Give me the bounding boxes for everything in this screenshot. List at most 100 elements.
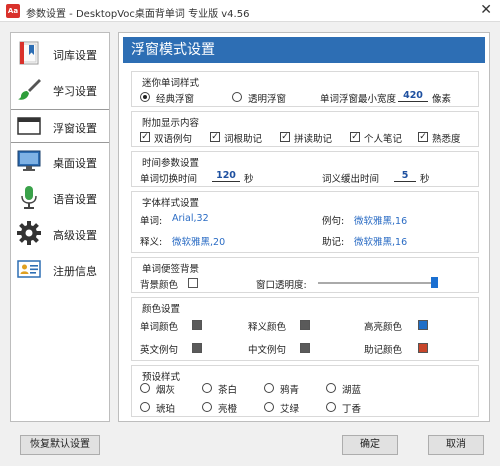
title-bar: Aa 参数设置 - DesktopVoc桌面背单词 专业版 v4.56 ✕ xyxy=(0,0,500,22)
mini-style-group: 迷你单词样式 经典浮窗 透明浮窗 单词浮窗最小宽度 420 像素 xyxy=(131,71,479,107)
microphone-icon xyxy=(21,186,37,209)
preset-radio[interactable] xyxy=(140,402,150,412)
cancel-button[interactable]: 取消 xyxy=(428,435,484,455)
group-title: 单词便签背景 xyxy=(142,264,200,275)
highlight-color-swatch[interactable] xyxy=(418,320,428,330)
delay-time-unit: 秒 xyxy=(420,174,430,185)
checkbox-label[interactable]: 词根助记 xyxy=(224,131,262,145)
font-style-group: 字体样式设置 单词: Arial,32 例句: 微软雅黑,16 释义: 微软雅黑… xyxy=(131,191,479,253)
group-title: 时间参数设置 xyxy=(142,158,200,169)
group-title: 字体样式设置 xyxy=(142,198,200,209)
checkbox-label[interactable]: 拼读助记 xyxy=(294,131,332,145)
sidebar-item-advanced[interactable]: 高级设置 xyxy=(11,217,109,251)
preset-radio[interactable] xyxy=(202,402,212,412)
transparent-label[interactable]: 透明浮窗 xyxy=(248,91,286,105)
preset-radio[interactable] xyxy=(202,383,212,393)
close-icon[interactable]: ✕ xyxy=(480,2,492,18)
timing-group: 时间参数设置 单词切换时间 120 秒 词义缓出时间 5 秒 xyxy=(131,151,479,187)
checkbox-label[interactable]: 双语例句 xyxy=(154,131,192,145)
mnemonic-color-label: 助记颜色 xyxy=(364,345,403,356)
delay-time-label: 词义缓出时间 xyxy=(322,174,380,185)
sidebar: 词库设置 学习设置 浮窗设置 桌面设置 语音设置 高级设置 注册信息 xyxy=(10,32,110,422)
word-color-swatch[interactable] xyxy=(192,320,202,330)
group-title: 附加显示内容 xyxy=(142,118,200,129)
switch-time-label: 单词切换时间 xyxy=(140,174,198,185)
en-example-color-swatch[interactable] xyxy=(192,343,202,353)
brush-icon xyxy=(18,79,41,100)
sidebar-item-label: 浮窗设置 xyxy=(53,122,97,135)
classic-label[interactable]: 经典浮窗 xyxy=(156,91,194,105)
min-width-label: 单词浮窗最小宽度 xyxy=(320,94,397,105)
min-width-input[interactable]: 420 xyxy=(398,90,428,102)
checkbox-label[interactable]: 个人笔记 xyxy=(364,131,402,145)
sidebar-item-floating[interactable]: 浮窗设置 xyxy=(11,109,109,143)
meaning-font-link[interactable]: 微软雅黑,20 xyxy=(172,234,225,248)
sidebar-item-vocab[interactable]: 词库设置 xyxy=(11,37,109,71)
gear-icon xyxy=(17,221,41,245)
sidebar-item-label: 高级设置 xyxy=(53,229,97,242)
group-title: 迷你单词样式 xyxy=(142,78,200,89)
group-title: 预设样式 xyxy=(142,372,181,383)
bg-color-label: 背景颜色 xyxy=(140,280,179,291)
word-font-label: 单词: xyxy=(140,216,163,227)
meaning-color-label: 释义颜色 xyxy=(248,322,287,333)
ok-button[interactable]: 确定 xyxy=(342,435,398,455)
group-title: 颜色设置 xyxy=(142,304,181,315)
sidebar-item-desktop[interactable]: 桌面设置 xyxy=(11,145,109,179)
preset-label[interactable]: 茶白 xyxy=(218,382,237,396)
preset-radio[interactable] xyxy=(264,383,274,393)
opacity-slider[interactable] xyxy=(318,282,438,284)
preset-style-group: 预设样式 烟灰 茶白 鸦青 湖蓝 琥珀 亮橙 艾绿 丁香 xyxy=(131,365,479,417)
bilingual-example-checkbox[interactable]: ✓ xyxy=(140,132,150,142)
book-icon xyxy=(19,41,39,65)
mnemonic-color-swatch[interactable] xyxy=(418,343,428,353)
sidebar-item-label: 词库设置 xyxy=(53,49,97,62)
checkbox-label[interactable]: 熟悉度 xyxy=(432,131,461,145)
preset-radio[interactable] xyxy=(326,402,336,412)
sidebar-item-label: 注册信息 xyxy=(53,265,97,278)
monitor-icon xyxy=(17,150,41,171)
transparent-radio[interactable] xyxy=(232,92,242,102)
preset-label[interactable]: 鸦青 xyxy=(280,382,299,396)
classic-radio[interactable] xyxy=(140,92,150,102)
opacity-slider-thumb[interactable] xyxy=(431,277,438,288)
window-icon xyxy=(17,117,41,135)
page-title: 浮窗模式设置 xyxy=(123,37,485,63)
preset-label[interactable]: 亮橙 xyxy=(218,401,237,415)
sidebar-item-voice[interactable]: 语音设置 xyxy=(11,181,109,215)
sidebar-item-label: 桌面设置 xyxy=(53,157,97,170)
sidebar-item-register[interactable]: 注册信息 xyxy=(11,253,109,287)
bg-color-swatch[interactable] xyxy=(188,278,198,288)
extra-content-group: 附加显示内容 ✓ 双语例句 ✓ 词根助记 ✓ 拼读助记 ✓ 个人笔记 ✓ 熟悉度 xyxy=(131,111,479,147)
personal-note-checkbox[interactable]: ✓ xyxy=(350,132,360,142)
example-font-link[interactable]: 微软雅黑,16 xyxy=(354,213,407,227)
id-card-icon xyxy=(17,260,41,278)
mnemonic-font-label: 助记: xyxy=(322,237,345,248)
reset-defaults-button[interactable]: 恢复默认设置 xyxy=(20,435,100,455)
preset-label[interactable]: 丁香 xyxy=(342,401,361,415)
mnemonic-font-link[interactable]: 微软雅黑,16 xyxy=(354,234,407,248)
preset-label[interactable]: 湖蓝 xyxy=(342,382,361,396)
word-color-label: 单词颜色 xyxy=(140,322,179,333)
preset-radio[interactable] xyxy=(140,383,150,393)
root-mnemonic-checkbox[interactable]: ✓ xyxy=(210,132,220,142)
window-title: 参数设置 - DesktopVoc桌面背单词 专业版 v4.56 xyxy=(26,9,250,20)
settings-panel: 浮窗模式设置 迷你单词样式 经典浮窗 透明浮窗 单词浮窗最小宽度 420 像素 … xyxy=(118,32,490,422)
preset-radio[interactable] xyxy=(264,402,274,412)
familiarity-checkbox[interactable]: ✓ xyxy=(418,132,428,142)
preset-label[interactable]: 烟灰 xyxy=(156,382,175,396)
note-background-group: 单词便签背景 背景颜色 窗口透明度: xyxy=(131,257,479,293)
phonics-mnemonic-checkbox[interactable]: ✓ xyxy=(280,132,290,142)
sidebar-item-study[interactable]: 学习设置 xyxy=(11,73,109,107)
app-icon: Aa xyxy=(6,4,20,18)
cn-example-color-label: 中文例句 xyxy=(248,345,287,356)
preset-label[interactable]: 琥珀 xyxy=(156,401,175,415)
switch-time-input[interactable]: 120 xyxy=(212,170,240,182)
meaning-color-swatch[interactable] xyxy=(300,320,310,330)
preset-radio[interactable] xyxy=(326,383,336,393)
preset-label[interactable]: 艾绿 xyxy=(280,401,299,415)
cn-example-color-swatch[interactable] xyxy=(300,343,310,353)
delay-time-input[interactable]: 5 xyxy=(394,170,416,182)
meaning-font-label: 释义: xyxy=(140,237,163,248)
word-font-link[interactable]: Arial,32 xyxy=(172,213,209,224)
